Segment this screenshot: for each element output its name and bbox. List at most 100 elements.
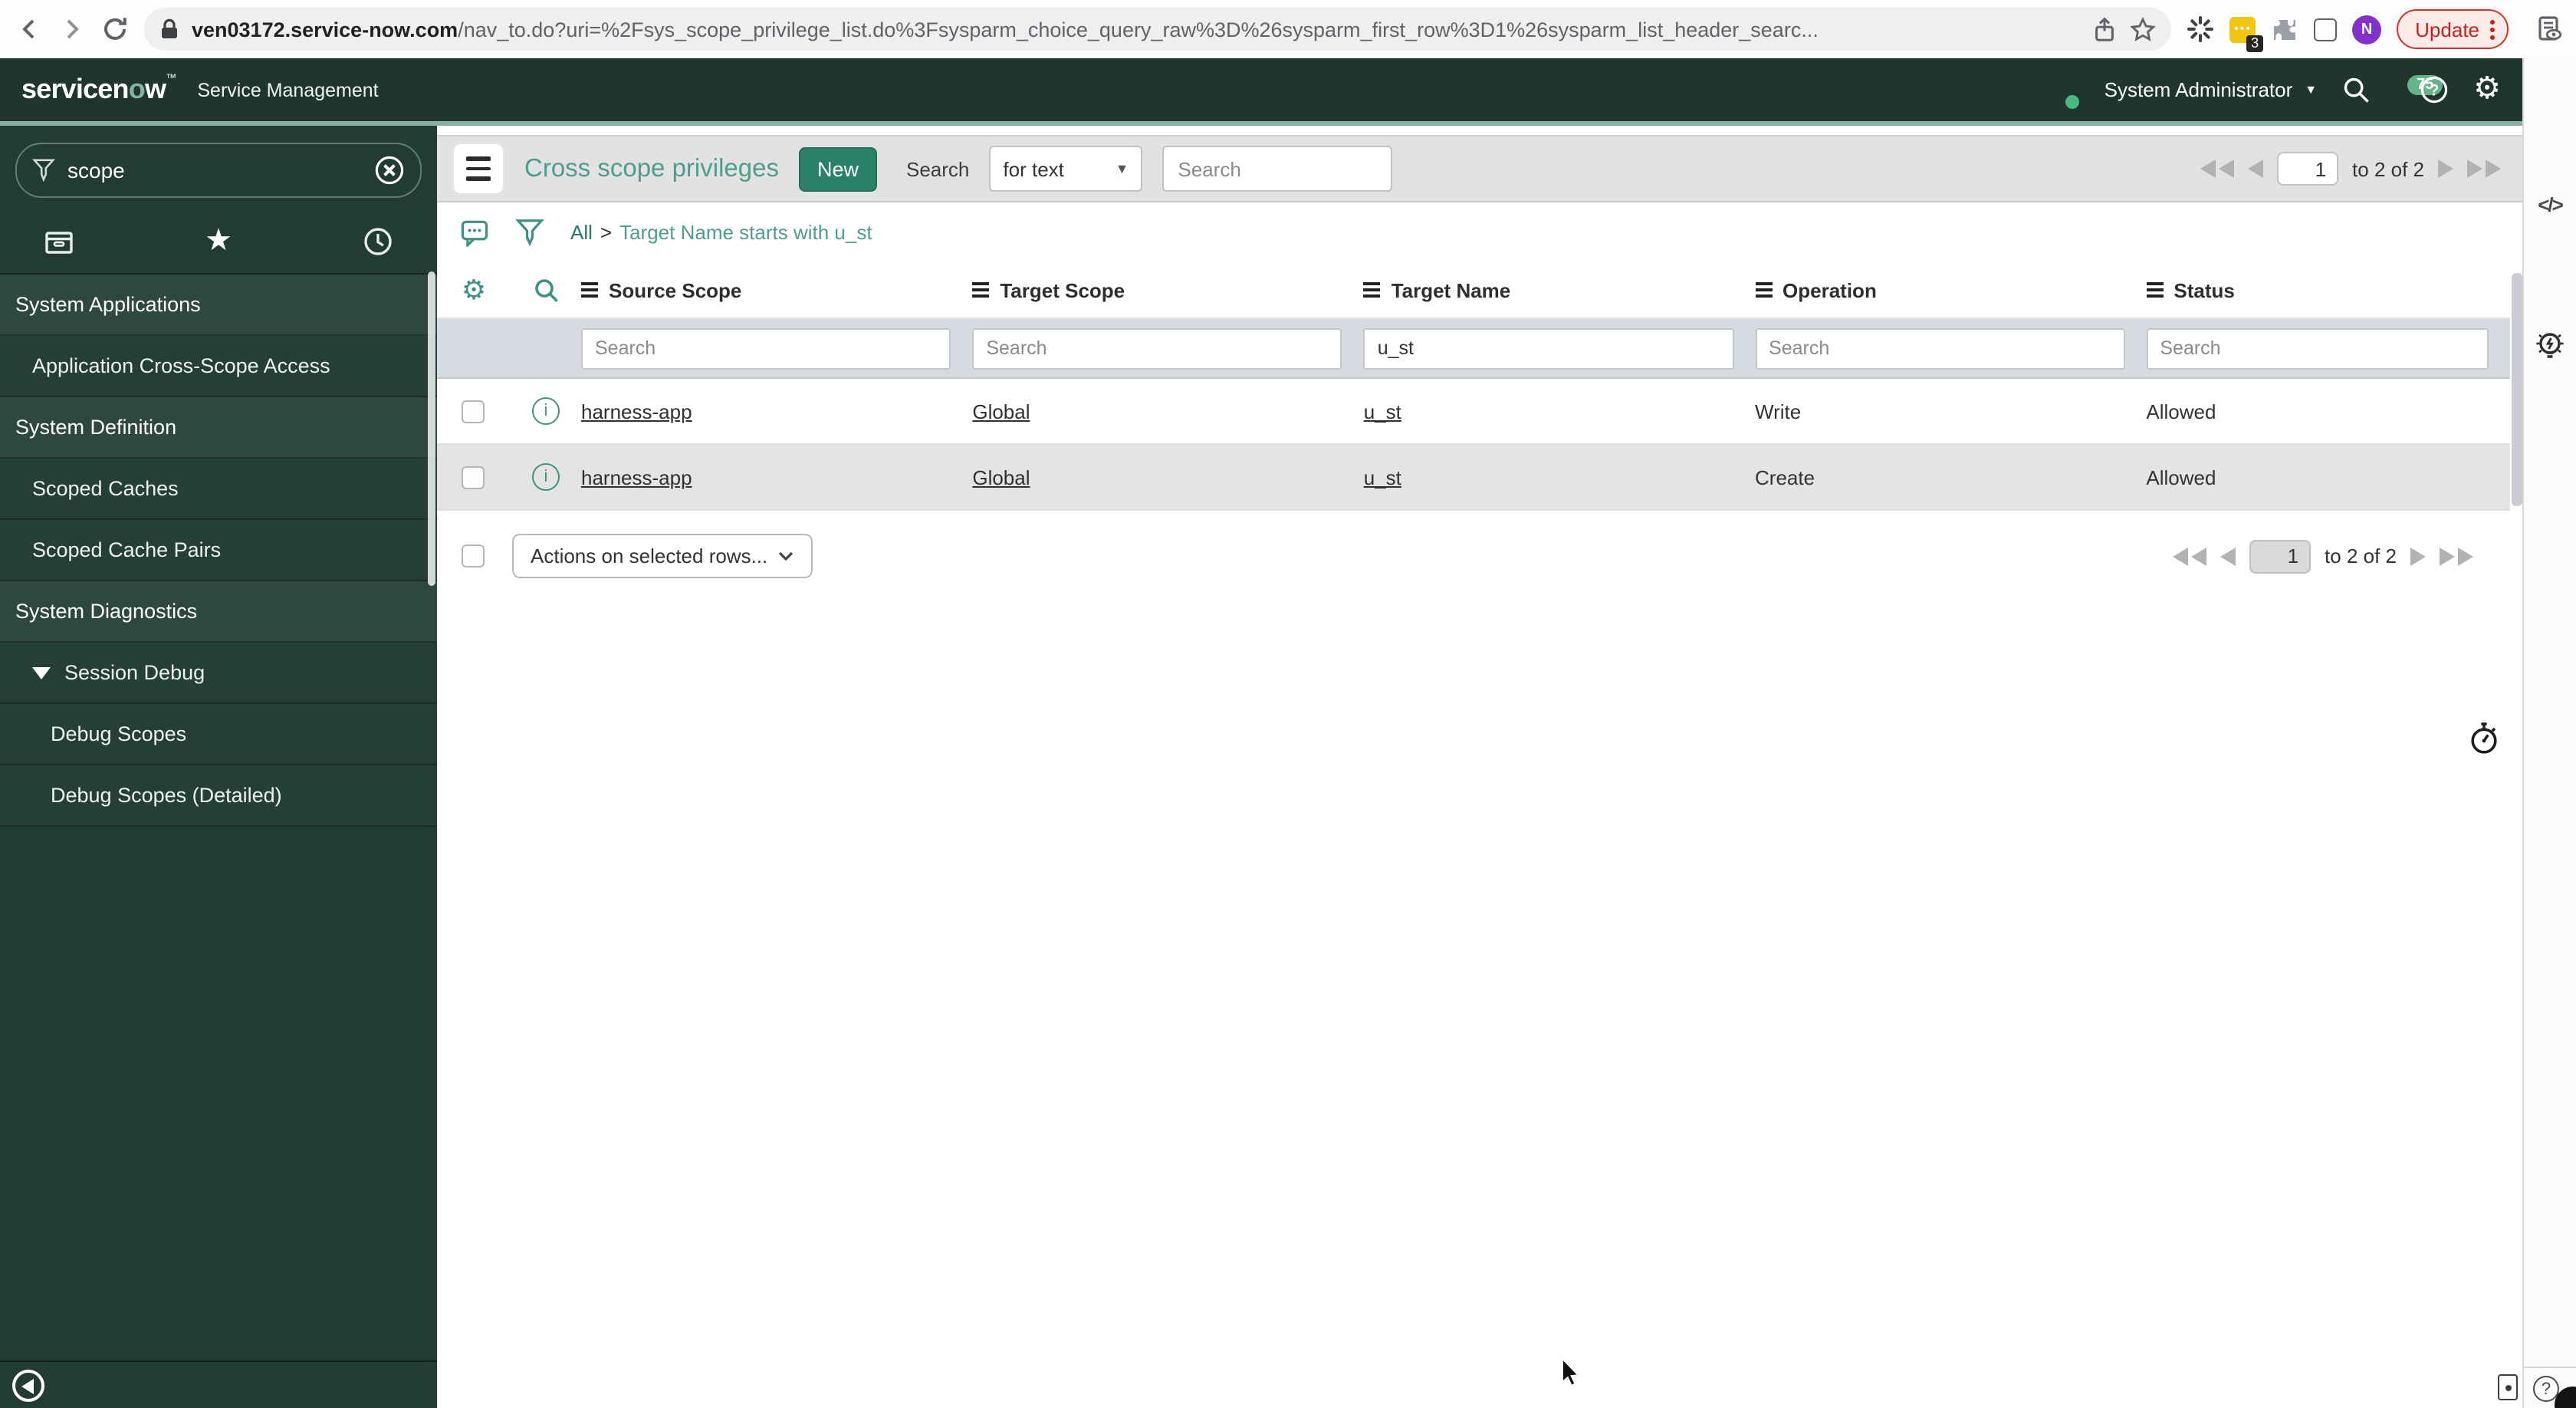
row-info-icon[interactable]: i bbox=[532, 463, 560, 491]
agent-intelligence-bulb-icon[interactable] bbox=[2532, 328, 2568, 368]
cell-status: Allowed bbox=[2146, 465, 2216, 489]
user-menu[interactable]: System Administrator bbox=[2104, 78, 2293, 101]
share-icon[interactable] bbox=[2091, 16, 2118, 42]
new-button[interactable]: New bbox=[798, 146, 877, 191]
column-search-toggle-icon[interactable] bbox=[511, 277, 581, 303]
page-number-input[interactable] bbox=[2277, 152, 2339, 186]
row-info-icon[interactable]: i bbox=[532, 397, 560, 425]
side-panel-icon[interactable] bbox=[2314, 18, 2338, 41]
breadcrumb-all[interactable]: All bbox=[570, 221, 593, 244]
servicenow-logo: servicenow™ bbox=[21, 74, 176, 104]
select-all-checkbox[interactable] bbox=[462, 544, 485, 567]
favorites-tab-icon[interactable]: ★ bbox=[205, 225, 232, 258]
last-page-button[interactable] bbox=[2440, 547, 2473, 565]
list-personalize-gear-icon[interactable]: ⚙ bbox=[437, 276, 511, 304]
browser-back-icon[interactable] bbox=[15, 15, 43, 43]
global-search-icon[interactable] bbox=[2341, 75, 2371, 104]
notes-extension-icon[interactable]: ••• 3 bbox=[2229, 16, 2264, 51]
column-header-target-scope[interactable]: Target Scope bbox=[972, 278, 1363, 301]
last-page-button[interactable] bbox=[2467, 160, 2501, 178]
browser-chrome: ven03172.service-now.com/nav_to.do?uri=%… bbox=[0, 0, 2576, 58]
navigator-filter-input[interactable]: scope bbox=[67, 158, 362, 183]
first-page-button[interactable] bbox=[2173, 547, 2207, 565]
cell-source-scope-link[interactable]: harness-app bbox=[581, 465, 692, 489]
application-navigator: scope ★ System Applications Application … bbox=[0, 126, 437, 1408]
navigator-filter[interactable]: scope bbox=[15, 143, 422, 198]
collapse-sidebar-button[interactable] bbox=[12, 1370, 44, 1402]
mouse-cursor bbox=[1561, 1359, 1582, 1390]
open-scripts-icon[interactable]: </> bbox=[2528, 193, 2571, 216]
list-chat-icon[interactable] bbox=[460, 218, 489, 247]
settings-gear-icon[interactable]: ⚙ bbox=[2473, 74, 2501, 104]
filter-target-name-input[interactable] bbox=[1363, 327, 1734, 369]
sidebar-scrollbar[interactable] bbox=[428, 271, 435, 586]
address-bar[interactable]: ven03172.service-now.com/nav_to.do?uri=%… bbox=[144, 8, 2172, 51]
nav-section-system-applications[interactable]: System Applications bbox=[0, 275, 437, 336]
list-content: Cross scope privileges New Search for te… bbox=[437, 126, 2522, 1408]
nav-item-session-debug[interactable]: Session Debug bbox=[0, 643, 437, 704]
cell-operation: Create bbox=[1755, 465, 1815, 489]
puzzle-extensions-icon[interactable] bbox=[2271, 15, 2298, 43]
browser-forward-icon[interactable] bbox=[58, 15, 86, 43]
page-number-input[interactable] bbox=[2249, 539, 2312, 573]
browser-menu-icon[interactable] bbox=[2490, 19, 2495, 39]
bookmark-star-icon[interactable] bbox=[2130, 16, 2156, 42]
browser-reload-icon[interactable] bbox=[101, 15, 129, 43]
session-debug-caret-icon[interactable] bbox=[32, 666, 51, 679]
dock-icon[interactable] bbox=[2498, 1374, 2518, 1400]
column-header-operation[interactable]: Operation bbox=[1755, 278, 2146, 301]
browser-update-button[interactable]: Update bbox=[2397, 9, 2509, 49]
cell-source-scope-link[interactable]: harness-app bbox=[581, 400, 692, 423]
search-type-select[interactable]: for text ▼ bbox=[989, 146, 1143, 192]
browser-profile-avatar[interactable]: N bbox=[2352, 15, 2382, 44]
history-tab-icon[interactable] bbox=[362, 225, 394, 258]
user-menu-caret-icon[interactable]: ▼ bbox=[2305, 83, 2317, 97]
column-header-target-name[interactable]: Target Name bbox=[1363, 278, 1755, 301]
column-header-status[interactable]: Status bbox=[2146, 278, 2510, 301]
column-menu-icon bbox=[2146, 281, 2164, 298]
help-icon[interactable]: ? bbox=[2420, 75, 2449, 104]
filter-status-input[interactable] bbox=[2146, 327, 2489, 369]
cell-target-scope-link[interactable]: Global bbox=[972, 465, 1030, 489]
response-time-icon[interactable] bbox=[2467, 721, 2501, 756]
nav-section-system-diagnostics[interactable]: System Diagnostics bbox=[0, 581, 437, 643]
next-page-button[interactable] bbox=[2410, 547, 2426, 565]
list-context-menu-button[interactable] bbox=[452, 143, 504, 195]
column-header-source-scope[interactable]: Source Scope bbox=[581, 278, 972, 301]
nav-item-debug-scopes-detailed[interactable]: Debug Scopes (Detailed) bbox=[0, 765, 437, 827]
previous-page-button[interactable] bbox=[2220, 547, 2236, 565]
breadcrumb-condition[interactable]: Target Name starts with u_st bbox=[619, 221, 872, 244]
spinner-extension-icon[interactable] bbox=[2187, 15, 2214, 43]
nav-item-scoped-caches[interactable]: Scoped Caches bbox=[0, 459, 437, 520]
presence-dot bbox=[2062, 91, 2083, 111]
filter-source-scope-input[interactable] bbox=[581, 327, 951, 369]
first-page-button[interactable] bbox=[2200, 160, 2235, 178]
list-title: Cross scope privileges bbox=[524, 154, 779, 182]
nav-item-debug-scopes[interactable]: Debug Scopes bbox=[0, 704, 437, 765]
next-page-button[interactable] bbox=[2438, 160, 2453, 178]
nav-item-application-cross-scope-access[interactable]: Application Cross-Scope Access bbox=[0, 336, 437, 397]
filter-icon[interactable] bbox=[515, 218, 544, 247]
reading-list-icon[interactable] bbox=[2536, 15, 2564, 43]
filter-funnel-icon bbox=[32, 158, 55, 183]
cell-target-scope-link[interactable]: Global bbox=[972, 400, 1030, 423]
filter-operation-input[interactable] bbox=[1755, 327, 2125, 369]
nav-section-system-definition[interactable]: System Definition bbox=[0, 397, 437, 459]
nav-item-scoped-cache-pairs[interactable]: Scoped Cache Pairs bbox=[0, 520, 437, 581]
previous-page-button[interactable] bbox=[2248, 160, 2264, 178]
user-avatar[interactable] bbox=[2040, 70, 2083, 111]
cell-target-name-link[interactable]: u_st bbox=[1364, 465, 1401, 489]
table-row: i harness-app Global u_st Write Allowed bbox=[437, 379, 2510, 445]
all-applications-tab-icon[interactable] bbox=[43, 225, 75, 258]
cell-target-name-link[interactable]: u_st bbox=[1364, 400, 1401, 423]
row-range-label: to 2 of 2 bbox=[2352, 157, 2424, 180]
list-search-input[interactable] bbox=[1162, 146, 1393, 192]
column-menu-icon bbox=[1755, 281, 1773, 298]
actions-select[interactable]: Actions on selected rows... bbox=[512, 534, 813, 578]
row-checkbox[interactable] bbox=[462, 400, 485, 423]
content-scrollbar[interactable] bbox=[2512, 273, 2522, 506]
clear-filter-icon[interactable] bbox=[374, 155, 405, 186]
filter-target-scope-input[interactable] bbox=[972, 327, 1342, 369]
bottom-pagination: to 2 of 2 bbox=[2173, 539, 2473, 573]
row-checkbox[interactable] bbox=[462, 465, 485, 489]
